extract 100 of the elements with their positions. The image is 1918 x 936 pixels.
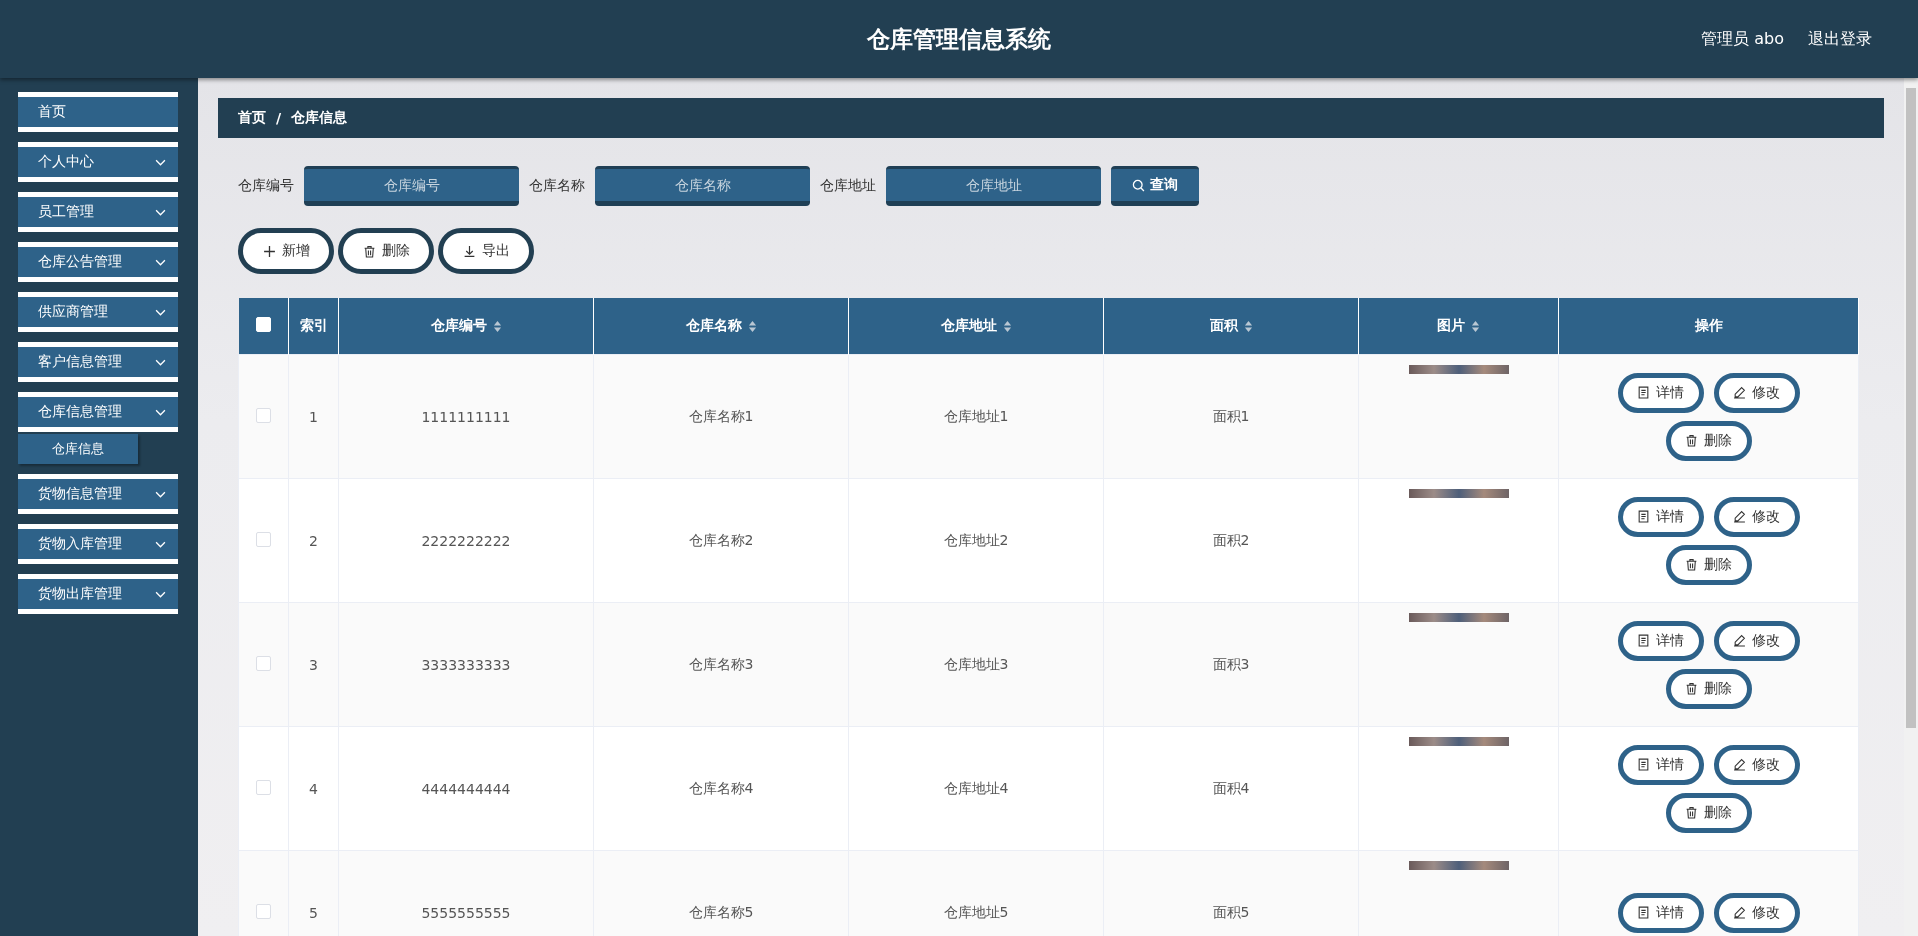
- document-icon: [1637, 634, 1650, 647]
- user-name: 管理员 abo: [1701, 28, 1784, 50]
- detail-button[interactable]: 详情: [1617, 372, 1704, 413]
- edit-button[interactable]: 修改: [1713, 496, 1800, 537]
- logout-link[interactable]: 退出登录: [1808, 28, 1872, 50]
- table-cell: 仓库名称3: [593, 602, 849, 727]
- chevron-icon: [155, 258, 166, 266]
- search-field[interactable]: 仓库地址: [886, 166, 1101, 206]
- pencil-icon: [1733, 510, 1746, 523]
- table-cell: 3333333333: [338, 602, 594, 727]
- sidebar-menu-item[interactable]: 货物信息管理: [18, 474, 178, 514]
- sidebar-menu-item[interactable]: 首页: [18, 92, 178, 132]
- table-cell: 面积4: [1103, 726, 1359, 851]
- sort-icon[interactable]: [1002, 319, 1012, 333]
- search-button[interactable]: 查询: [1111, 166, 1199, 206]
- table-cell: 2222222222: [338, 478, 594, 603]
- detail-button[interactable]: 详情: [1617, 496, 1704, 537]
- sidebar-menu-item[interactable]: 仓库公告管理: [18, 242, 178, 282]
- chevron-icon: [155, 490, 166, 498]
- sidebar-menu-item[interactable]: 供应商管理: [18, 292, 178, 332]
- trash-icon: [1685, 682, 1698, 695]
- breadcrumb-separator: /: [276, 110, 282, 126]
- edit-button[interactable]: 修改: [1713, 892, 1800, 933]
- chevron-icon: [155, 158, 166, 166]
- column-header[interactable]: 仓库编号: [338, 298, 594, 355]
- app-title: 仓库管理信息系统: [867, 24, 1051, 54]
- search-icon: [1132, 178, 1145, 192]
- delete-button[interactable]: 删除: [1665, 544, 1752, 585]
- table-cell: 仓库地址4: [848, 726, 1104, 851]
- document-icon: [1637, 758, 1650, 771]
- export-button[interactable]: 导出: [438, 228, 534, 274]
- sort-icon[interactable]: [1243, 319, 1253, 333]
- table-cell: 仓库地址3: [848, 602, 1104, 727]
- table-cell: 仓库地址2: [848, 478, 1104, 603]
- document-icon: [1637, 906, 1650, 919]
- edit-button[interactable]: 修改: [1713, 620, 1800, 661]
- breadcrumb-link[interactable]: 仓库信息: [291, 109, 348, 127]
- table-cell: 仓库名称5: [593, 850, 849, 936]
- pencil-icon: [1733, 634, 1746, 647]
- row-checkbox[interactable]: [256, 779, 271, 795]
- field-label: 仓库地址: [820, 177, 876, 195]
- row-checkbox[interactable]: [256, 903, 271, 919]
- field-label: 仓库编号: [238, 177, 294, 195]
- sort-icon[interactable]: [492, 319, 502, 333]
- sort-icon[interactable]: [747, 319, 757, 333]
- row-checkbox[interactable]: [256, 655, 271, 671]
- detail-button[interactable]: 详情: [1617, 892, 1704, 933]
- sidebar-menu-item[interactable]: 货物出库管理: [18, 574, 178, 614]
- table-cell: 仓库名称2: [593, 478, 849, 603]
- sort-icon[interactable]: [1471, 319, 1480, 333]
- table-cell: 5: [288, 850, 339, 936]
- scrollbar[interactable]: [1904, 78, 1918, 936]
- column-header[interactable]: 索引: [288, 298, 339, 355]
- column-header[interactable]: 面积: [1103, 298, 1359, 355]
- table-cell: 面积3: [1103, 602, 1359, 727]
- table-cell: 5555555555: [338, 850, 594, 936]
- trash-icon: [1685, 558, 1698, 571]
- edit-button[interactable]: 修改: [1713, 372, 1800, 413]
- sidebar-menu-item[interactable]: 员工管理: [18, 192, 178, 232]
- table-cell: 4444444444: [338, 726, 594, 851]
- delete-button[interactable]: 删除: [338, 228, 434, 274]
- sidebar-menu-item[interactable]: 客户信息管理: [18, 342, 178, 382]
- pencil-icon: [1733, 906, 1746, 919]
- column-header[interactable]: 仓库名称: [593, 298, 849, 355]
- breadcrumb-link[interactable]: 首页: [238, 109, 266, 127]
- select-all-checkbox[interactable]: [255, 317, 271, 332]
- sidebar-menu-item[interactable]: 货物入库管理: [18, 524, 178, 564]
- column-header[interactable]: 图片: [1358, 298, 1559, 355]
- chevron-icon: [155, 540, 166, 548]
- trash-icon: [1685, 806, 1698, 819]
- edit-button[interactable]: 修改: [1713, 744, 1800, 785]
- column-header[interactable]: 仓库地址: [848, 298, 1104, 355]
- search-field[interactable]: 仓库编号: [304, 166, 519, 206]
- document-icon: [1637, 386, 1650, 399]
- table-cell: 仓库名称4: [593, 726, 849, 851]
- search-field[interactable]: 仓库名称: [595, 166, 810, 206]
- detail-button[interactable]: 详情: [1617, 744, 1704, 785]
- plus-icon: [262, 244, 276, 258]
- sidebar-submenu-item[interactable]: 仓库信息: [18, 434, 138, 464]
- sidebar-menu-item[interactable]: 个人中心: [18, 142, 178, 182]
- sidebar-menu-item[interactable]: 仓库信息管理: [18, 392, 178, 432]
- add-button[interactable]: 新增: [238, 228, 334, 274]
- table-cell: 4: [288, 726, 339, 851]
- table-cell: 仓库地址1: [848, 354, 1104, 479]
- chevron-icon: [155, 208, 166, 216]
- chevron-icon: [155, 408, 166, 416]
- chevron-icon: [155, 590, 166, 598]
- pencil-icon: [1733, 758, 1746, 771]
- table-cell: 面积5: [1103, 850, 1359, 936]
- column-header[interactable]: 操作: [1558, 298, 1859, 355]
- row-checkbox[interactable]: [256, 531, 271, 547]
- row-checkbox[interactable]: [256, 407, 271, 423]
- download-icon: [462, 244, 476, 258]
- field-label: 仓库名称: [529, 177, 585, 195]
- detail-button[interactable]: 详情: [1617, 620, 1704, 661]
- delete-button[interactable]: 删除: [1665, 668, 1752, 709]
- delete-button[interactable]: 删除: [1665, 792, 1752, 833]
- delete-button[interactable]: 删除: [1665, 420, 1752, 461]
- table-cell: 1111111111: [338, 354, 594, 479]
- table-cell: 1: [288, 354, 339, 479]
